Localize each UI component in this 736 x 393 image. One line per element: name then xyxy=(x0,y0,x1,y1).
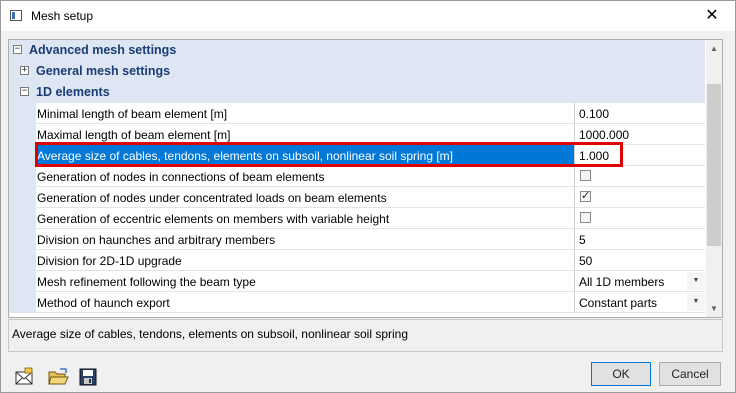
property-value-field[interactable]: 0.100 xyxy=(575,103,705,124)
window-icon xyxy=(10,10,22,21)
open-folder-icon[interactable] xyxy=(47,366,69,388)
expand-icon[interactable]: + xyxy=(20,66,29,75)
ok-button[interactable]: OK xyxy=(591,362,651,386)
property-value-field[interactable]: 50 xyxy=(575,250,705,271)
title-bar: Mesh setup ✕ xyxy=(1,1,735,31)
property-row[interactable]: Generation of nodes in connections of be… xyxy=(9,166,705,187)
property-name: Minimal length of beam element [m] xyxy=(37,107,228,121)
property-value-field[interactable]: 5 xyxy=(575,229,705,250)
property-value-field[interactable]: 1000.000 xyxy=(575,124,705,145)
scroll-up-icon[interactable]: ▲ xyxy=(706,40,722,57)
save-disk-icon[interactable] xyxy=(77,366,99,388)
property-value: 1.000 xyxy=(579,149,610,163)
mesh-setup-dialog: Mesh setup ✕ − Advanced mesh settings + … xyxy=(0,0,736,393)
property-name: Division on haunches and arbitrary membe… xyxy=(37,233,276,247)
collapse-icon[interactable]: − xyxy=(20,87,29,96)
property-value: 50 xyxy=(579,254,593,268)
property-name: Generation of nodes under concentrated l… xyxy=(37,191,387,205)
property-row-selected[interactable]: Average size of cables, tendons, element… xyxy=(9,145,705,166)
dropdown-arrow-icon[interactable]: ▼ xyxy=(687,293,705,311)
collapse-icon[interactable]: − xyxy=(13,45,22,54)
property-name: Average size of cables, tendons, element… xyxy=(37,149,454,163)
description-panel: Average size of cables, tendons, element… xyxy=(8,319,723,352)
dropdown-value: Constant parts xyxy=(579,296,658,310)
group-general-mesh-settings[interactable]: + General mesh settings xyxy=(9,61,705,82)
window-title: Mesh setup xyxy=(31,9,94,23)
property-name: Method of haunch export xyxy=(37,296,170,310)
dropdown-value: All 1D members xyxy=(579,275,665,289)
cancel-button[interactable]: Cancel xyxy=(659,362,721,386)
scroll-down-icon[interactable]: ▼ xyxy=(706,300,722,317)
property-value: 1000.000 xyxy=(579,128,630,142)
property-name: Maximal length of beam element [m] xyxy=(37,128,231,142)
description-text: Average size of cables, tendons, element… xyxy=(12,327,409,341)
scroll-thumb[interactable] xyxy=(707,84,721,246)
property-value-field[interactable]: 1.000 xyxy=(575,145,705,166)
property-name: Generation of eccentric elements on memb… xyxy=(37,212,390,226)
property-row[interactable]: Generation of nodes under concentrated l… xyxy=(9,187,705,208)
mesh-refinement-dropdown[interactable]: All 1D members ▼ xyxy=(575,271,705,292)
property-row[interactable]: Method of haunch export Constant parts ▼ xyxy=(9,292,705,313)
node-concentrated-loads-checkbox[interactable] xyxy=(580,189,591,202)
property-row[interactable]: Division on haunches and arbitrary membe… xyxy=(9,229,705,250)
property-name: Mesh refinement following the beam type xyxy=(37,275,256,289)
eccentric-elements-checkbox[interactable] xyxy=(580,212,591,223)
property-row[interactable]: Maximal length of beam element [m] 1000.… xyxy=(9,124,705,145)
property-name: Generation of nodes in connections of be… xyxy=(37,170,325,184)
node-connections-checkbox[interactable] xyxy=(580,170,591,181)
property-value: 0.100 xyxy=(579,107,610,121)
property-row[interactable]: Generation of eccentric elements on memb… xyxy=(9,208,705,229)
property-grid: − Advanced mesh settings + General mesh … xyxy=(8,39,723,318)
vertical-scrollbar[interactable]: ▲ ▼ xyxy=(706,40,722,317)
group-label: Advanced mesh settings xyxy=(29,43,177,57)
property-value: 5 xyxy=(579,233,586,247)
group-advanced-mesh-settings[interactable]: − Advanced mesh settings xyxy=(9,40,705,61)
property-row[interactable]: Mesh refinement following the beam type … xyxy=(9,271,705,292)
haunch-export-dropdown[interactable]: Constant parts ▼ xyxy=(575,292,705,313)
property-row[interactable]: Division for 2D-1D upgrade 50 xyxy=(9,250,705,271)
close-button[interactable]: ✕ xyxy=(689,1,735,31)
envelope-icon[interactable] xyxy=(13,366,35,388)
group-1d-elements[interactable]: − 1D elements xyxy=(9,82,705,103)
dropdown-arrow-icon[interactable]: ▼ xyxy=(687,272,705,290)
property-row[interactable]: Minimal length of beam element [m] 0.100 xyxy=(9,103,705,124)
group-label: General mesh settings xyxy=(36,64,171,78)
property-name: Division for 2D-1D upgrade xyxy=(37,254,182,268)
group-label: 1D elements xyxy=(36,85,110,99)
